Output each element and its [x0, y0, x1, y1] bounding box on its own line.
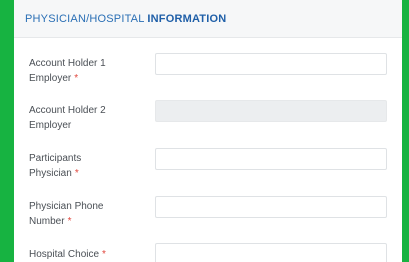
label-line2: Employer: [29, 120, 72, 131]
section-title: PHYSICIAN/HOSPITAL INFORMATION: [25, 13, 226, 25]
label-line1: Participants: [29, 153, 82, 164]
required-marker: *: [74, 168, 79, 179]
required-marker: *: [74, 73, 79, 84]
section-title-part2: INFORMATION: [147, 12, 227, 25]
label-line1: Account Holder 2: [29, 105, 106, 116]
page-background: PHYSICIAN/HOSPITAL INFORMATION Account H…: [0, 0, 409, 262]
label-line1: Account Holder 1: [29, 58, 106, 69]
label-line1: Physician Phone: [29, 201, 104, 212]
hospital-choice-input[interactable]: [155, 243, 387, 262]
label-line2: Physician: [29, 168, 72, 179]
label-line2: Employer: [29, 73, 72, 84]
field-label-hospital: Hospital Choice *: [29, 247, 149, 262]
field-label-employer-2: Account Holder 2 Employer: [29, 103, 149, 133]
physician-phone-number-input[interactable]: [155, 196, 387, 218]
label-line2: Number: [29, 216, 65, 227]
participants-physician-input[interactable]: [155, 148, 387, 170]
account-holder-2-employer-input: [155, 100, 387, 122]
account-holder-1-employer-input[interactable]: [155, 53, 387, 75]
section-header: PHYSICIAN/HOSPITAL INFORMATION: [14, 0, 402, 38]
field-label-physician: Participants Physician *: [29, 151, 149, 181]
field-label-phone: Physician Phone Number *: [29, 199, 149, 229]
label-line1: Hospital Choice: [29, 249, 100, 260]
required-marker: *: [67, 216, 72, 227]
required-marker: *: [102, 249, 106, 260]
section-title-part1: PHYSICIAN/HOSPITAL: [25, 12, 148, 25]
field-label-employer-1: Account Holder 1 Employer *: [29, 56, 149, 86]
physician-hospital-panel: PHYSICIAN/HOSPITAL INFORMATION Account H…: [14, 0, 402, 262]
